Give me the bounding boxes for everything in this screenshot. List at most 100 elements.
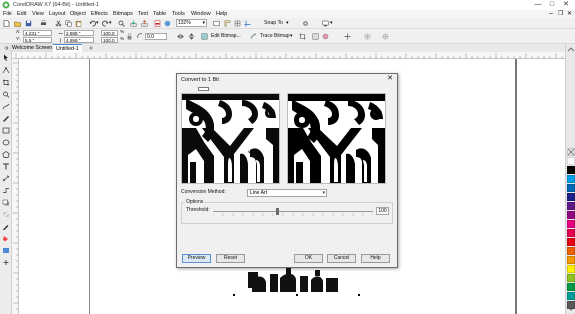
swatch-15[interactable] [567, 283, 575, 291]
drop-shadow-icon[interactable] [2, 199, 10, 206]
smart-fill-icon[interactable] [2, 247, 10, 254]
show-guidelines-icon[interactable] [244, 20, 251, 27]
interactive-fill-icon[interactable] [2, 235, 10, 242]
edit-bitmap-button[interactable]: Edit Bitmap... [211, 33, 241, 39]
threshold-value-field[interactable]: 100 [376, 207, 389, 215]
rotation-angle-field[interactable]: 0.0 [145, 33, 167, 40]
redo-icon[interactable] [102, 20, 109, 27]
freehand-tool-icon[interactable] [2, 103, 10, 110]
save-icon[interactable] [25, 20, 32, 27]
lock-ratio-icon[interactable] [127, 33, 132, 40]
ok-button[interactable]: OK [294, 254, 323, 263]
paste-icon[interactable] [75, 20, 82, 27]
doc-restore-button[interactable]: ❐ [558, 10, 563, 18]
add-tool-icon[interactable] [2, 259, 10, 266]
minimize-button[interactable]: — [531, 0, 545, 10]
menu-text[interactable]: Text [138, 10, 148, 18]
horizontal-ruler[interactable] [12, 52, 565, 59]
doc-minimize-button[interactable]: – [549, 10, 553, 17]
swatch-10[interactable] [567, 238, 575, 246]
threshold-slider-thumb[interactable] [275, 208, 279, 215]
redo-dropdown-icon[interactable]: ▾ [109, 19, 112, 27]
swatch-3[interactable] [567, 175, 575, 183]
corel-connect-icon[interactable] [164, 20, 171, 27]
quick-customize-icon[interactable] [344, 33, 351, 40]
snap-to-dropdown[interactable]: Snap To [264, 19, 283, 27]
swatch-12[interactable] [567, 256, 575, 264]
scale-height-field[interactable]: 100.0 [101, 37, 118, 43]
eyedropper-tool-icon[interactable] [2, 223, 10, 230]
y-position-field[interactable]: 5.5 " [23, 37, 52, 43]
swatch-11[interactable] [567, 247, 575, 255]
dialog-close-button[interactable]: ✕ [387, 75, 393, 83]
zoom-tool-icon[interactable] [2, 91, 10, 98]
text-tool-icon[interactable] [2, 163, 10, 170]
swatch-13[interactable] [567, 265, 575, 273]
full-screen-preview-icon[interactable] [213, 20, 220, 27]
mirror-horizontal-icon[interactable] [177, 33, 184, 40]
bitmap-color-mask-icon[interactable] [322, 33, 329, 40]
menu-layout[interactable]: Layout [49, 10, 66, 18]
zoom-level-select[interactable]: 132% ▾ [176, 19, 207, 27]
menu-file[interactable]: File [3, 10, 12, 18]
vertical-ruler[interactable] [12, 59, 19, 314]
new-document-icon[interactable] [3, 20, 10, 27]
preview-button[interactable]: Preview [182, 254, 211, 263]
maximize-button[interactable]: □ [545, 0, 559, 10]
menu-effects[interactable]: Effects [91, 10, 108, 18]
preview-split-toggle[interactable] [198, 87, 209, 91]
swatch-6[interactable] [567, 202, 575, 210]
crop-bitmap-icon[interactable] [299, 33, 306, 40]
export-icon[interactable] [141, 20, 148, 27]
height-field[interactable]: 4.659 " [64, 37, 94, 43]
print-icon[interactable] [40, 20, 47, 27]
transform-icon[interactable] [382, 33, 389, 40]
result-preview-pane[interactable] [287, 93, 386, 184]
original-preview-pane[interactable] [181, 93, 280, 184]
ellipse-tool-icon[interactable] [2, 139, 10, 146]
conversion-method-select[interactable]: Line Art ▾ [247, 189, 327, 197]
options-gear-icon[interactable] [302, 20, 309, 27]
menu-table[interactable]: Table [153, 10, 166, 18]
cut-icon[interactable] [55, 20, 62, 27]
show-grid-icon[interactable] [234, 20, 241, 27]
reset-button[interactable]: Reset [216, 254, 245, 263]
add-preset-icon[interactable] [364, 33, 371, 40]
tab-welcome-screen[interactable]: Welcome Screen [9, 44, 56, 52]
crop-tool-icon[interactable] [2, 79, 10, 86]
publish-pdf-icon[interactable] [154, 20, 161, 27]
open-folder-icon[interactable] [14, 20, 21, 27]
cancel-button[interactable]: Cancel [327, 254, 356, 263]
menu-help[interactable]: Help [216, 10, 227, 18]
threshold-slider[interactable] [213, 208, 373, 216]
swatch-14[interactable] [567, 274, 575, 282]
connector-tool-icon[interactable] [2, 187, 10, 194]
swatch-5[interactable] [567, 193, 575, 201]
polygon-tool-icon[interactable] [2, 151, 10, 158]
close-window-button[interactable]: ✕ [559, 0, 573, 10]
undo-dropdown-icon[interactable]: ▾ [96, 19, 99, 27]
trace-bitmap-button[interactable]: Trace Bitmap [260, 33, 290, 39]
width-field[interactable]: 2.888 " [64, 30, 94, 36]
menu-window[interactable]: Window [191, 10, 211, 18]
swatch-9[interactable] [567, 229, 575, 237]
help-button[interactable]: Help [361, 254, 390, 263]
doc-close-button[interactable]: ✕ [567, 10, 572, 18]
resample-icon[interactable] [312, 33, 319, 40]
copy-icon[interactable] [65, 20, 72, 27]
transparency-tool-icon[interactable] [2, 211, 10, 218]
swatch-2[interactable] [567, 166, 575, 174]
swatch-8[interactable] [567, 220, 575, 228]
mirror-vertical-icon[interactable] [188, 33, 195, 40]
new-tab-icon[interactable] [88, 45, 94, 51]
search-content-icon[interactable] [118, 20, 125, 27]
menu-object[interactable]: Object [70, 10, 86, 18]
menu-edit[interactable]: Edit [17, 10, 26, 18]
import-icon[interactable] [130, 20, 137, 27]
swatch-no-color[interactable] [567, 148, 575, 156]
menu-tools[interactable]: Tools [172, 10, 185, 18]
swatch-16[interactable] [567, 292, 575, 300]
parallel-dimension-icon[interactable] [2, 175, 10, 182]
menu-bitmaps[interactable]: Bitmaps [113, 10, 133, 18]
undo-icon[interactable] [89, 20, 96, 27]
